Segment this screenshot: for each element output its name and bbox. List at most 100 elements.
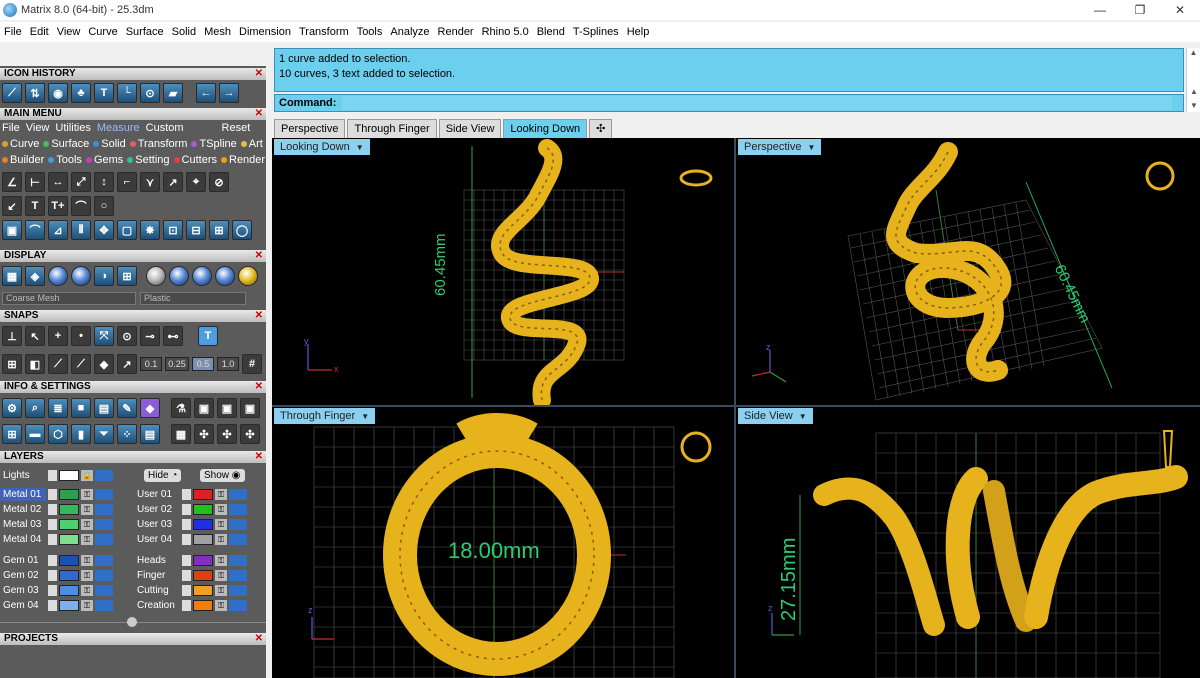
layer-row[interactable]: Metal 02 ⚿ [0,502,113,516]
text-plus-icon[interactable]: T+ [48,196,68,216]
snap-center-icon[interactable]: ⤧ [94,326,114,346]
layout3-icon[interactable]: ✣ [217,424,237,444]
layer-lights-color[interactable] [59,469,79,481]
layer-name[interactable]: Metal 04 [0,533,46,546]
lock-icon[interactable]: ⚿ [81,533,93,545]
hide-button[interactable]: Hide ◔ [144,469,182,482]
layer-name[interactable]: User 02 [134,503,180,516]
layer-name[interactable]: Metal 03 [0,518,46,531]
snap-near-icon[interactable]: ↖ [25,326,45,346]
gumball-icon[interactable]: ◆ [94,354,114,374]
restore-button[interactable]: ❐ [1120,0,1160,20]
close-icon[interactable]: ✕ [255,633,263,645]
menu-curve[interactable]: Curve [88,26,117,38]
menu-art-item[interactable]: Art [240,138,263,150]
tab-looking-down[interactable]: Looking Down [503,119,588,138]
vertical-dim-icon[interactable]: ↕ [94,172,114,192]
snap-int-icon[interactable]: ⊙ [117,326,137,346]
menu-view[interactable]: View [57,26,81,38]
ortho-toggle-icon[interactable]: T [198,326,218,346]
layer-toggle[interactable] [48,584,57,596]
layer-toggle[interactable] [182,554,191,566]
settings-gear-icon[interactable]: ⚙ [2,398,22,418]
layer-color-swatch[interactable] [59,518,79,530]
angular-dim-icon[interactable]: ⋎ [140,172,160,192]
close-icon[interactable]: ✕ [255,451,263,463]
smarttrack-icon[interactable]: ⟋ [71,354,91,374]
frame-icon[interactable]: ⊡ [163,220,183,240]
layer-row[interactable]: User 04 ⚿ [134,532,247,546]
material-blue-icon[interactable] [169,266,189,286]
corner-tool-icon[interactable]: └ [117,83,137,103]
layer-name[interactable]: User 03 [134,518,180,531]
command-input[interactable] [342,96,1173,110]
panel-icon[interactable]: ▬ [25,424,45,444]
close-icon[interactable]: ✕ [255,381,263,393]
layout4-icon[interactable]: ✣ [240,424,260,444]
horizontal-dim-icon[interactable]: ↔ [48,172,68,192]
layer-row[interactable]: User 02 ⚿ [134,502,247,516]
cube-iso-icon[interactable]: ⬡ [48,424,68,444]
main-menu-tab-view[interactable]: View [26,122,50,134]
layer-visibility-toggle[interactable] [229,599,247,611]
viewport-perspective[interactable]: 60.45mm z Perspective ▼ [736,138,1200,405]
scroll-up-icon[interactable]: ▲ [1187,48,1200,60]
move-icon[interactable]: ✥ [94,220,114,240]
icon-history-header[interactable]: ICON HISTORY ✕ [0,68,266,80]
lock-icon[interactable]: ⚿ [215,554,227,566]
layer-toggle[interactable] [48,554,57,566]
layer-color-swatch[interactable] [59,599,79,611]
layer-toggle[interactable] [48,503,57,515]
mesh-dropdown[interactable]: Coarse Mesh [2,292,136,305]
layout2-icon[interactable]: ✣ [194,424,214,444]
menu-setting-item[interactable]: Setting [127,154,170,166]
snap-value-0-1[interactable]: 0.1 [140,357,162,371]
dimension-icon[interactable]: ⊢ [25,172,45,192]
layer-toggle[interactable] [48,518,57,530]
layer-row[interactable]: Cutting ⚿ [134,583,247,597]
lock-icon[interactable]: ⚿ [215,503,227,515]
layer-toggle[interactable] [48,569,57,581]
measure-icon[interactable]: ⊞ [209,220,229,240]
points-icon[interactable]: ⁘ [117,424,137,444]
material-grey-icon[interactable] [146,266,166,286]
lock-icon[interactable]: ⚿ [81,569,93,581]
material-dropdown[interactable]: Plastic [140,292,246,305]
command-scrollbar[interactable]: ▲ ▲ ▼ [1186,48,1200,112]
snap-end-icon[interactable]: ⊥ [2,326,22,346]
ordinate-icon[interactable]: ⌖ [186,172,206,192]
material-blue2-icon[interactable] [192,266,212,286]
viewport-label-through-finger[interactable]: Through Finger ▼ [274,408,376,424]
arrow-right-icon[interactable]: → [219,83,239,103]
menu-solid-item[interactable]: Solid [93,138,126,150]
main-menu-tab-file[interactable]: File [2,122,20,134]
viewport-label-perspective[interactable]: Perspective ▼ [738,139,822,155]
cubes-icon[interactable]: ▣ [2,220,22,240]
folder-icon[interactable]: ▰ [163,83,183,103]
resize-handle[interactable] [127,617,137,627]
snap-value-0-5[interactable]: 0.5 [192,357,214,371]
layer-name[interactable]: Gem 04 [0,599,46,612]
layer-toggle[interactable] [48,599,57,611]
snap-value-0-25[interactable]: 0.25 [165,357,189,371]
leader-icon[interactable]: ↗ [163,172,183,192]
badge2-icon[interactable]: ▣ [217,398,237,418]
layer-visibility-toggle[interactable] [95,488,113,500]
document-icon[interactable]: ▤ [140,424,160,444]
viewport-looking-down[interactable]: 60.45mm y x Looking Down ▼ [272,138,734,405]
lock-icon[interactable]: ⚿ [215,584,227,596]
main-menu-header[interactable]: MAIN MENU ✕ [0,108,266,120]
badge3-icon[interactable]: ▣ [240,398,260,418]
material-gold-icon[interactable] [238,266,258,286]
layer-color-swatch[interactable] [193,533,213,545]
ring-size-icon[interactable]: ○ [94,196,114,216]
layer-row[interactable]: Gem 04 ⚿ [0,598,113,612]
arc-dim-icon[interactable]: ⌒ [71,196,91,216]
layer-color-swatch[interactable] [193,584,213,596]
minimize-button[interactable]: — [1080,0,1120,20]
layer-name[interactable]: Finger [134,569,180,582]
layer-visibility-toggle[interactable] [229,584,247,596]
layer-visibility-toggle[interactable] [95,554,113,566]
menu-tsplines[interactable]: T-Splines [573,26,619,38]
shaded-icon[interactable]: ◈ [25,266,45,286]
